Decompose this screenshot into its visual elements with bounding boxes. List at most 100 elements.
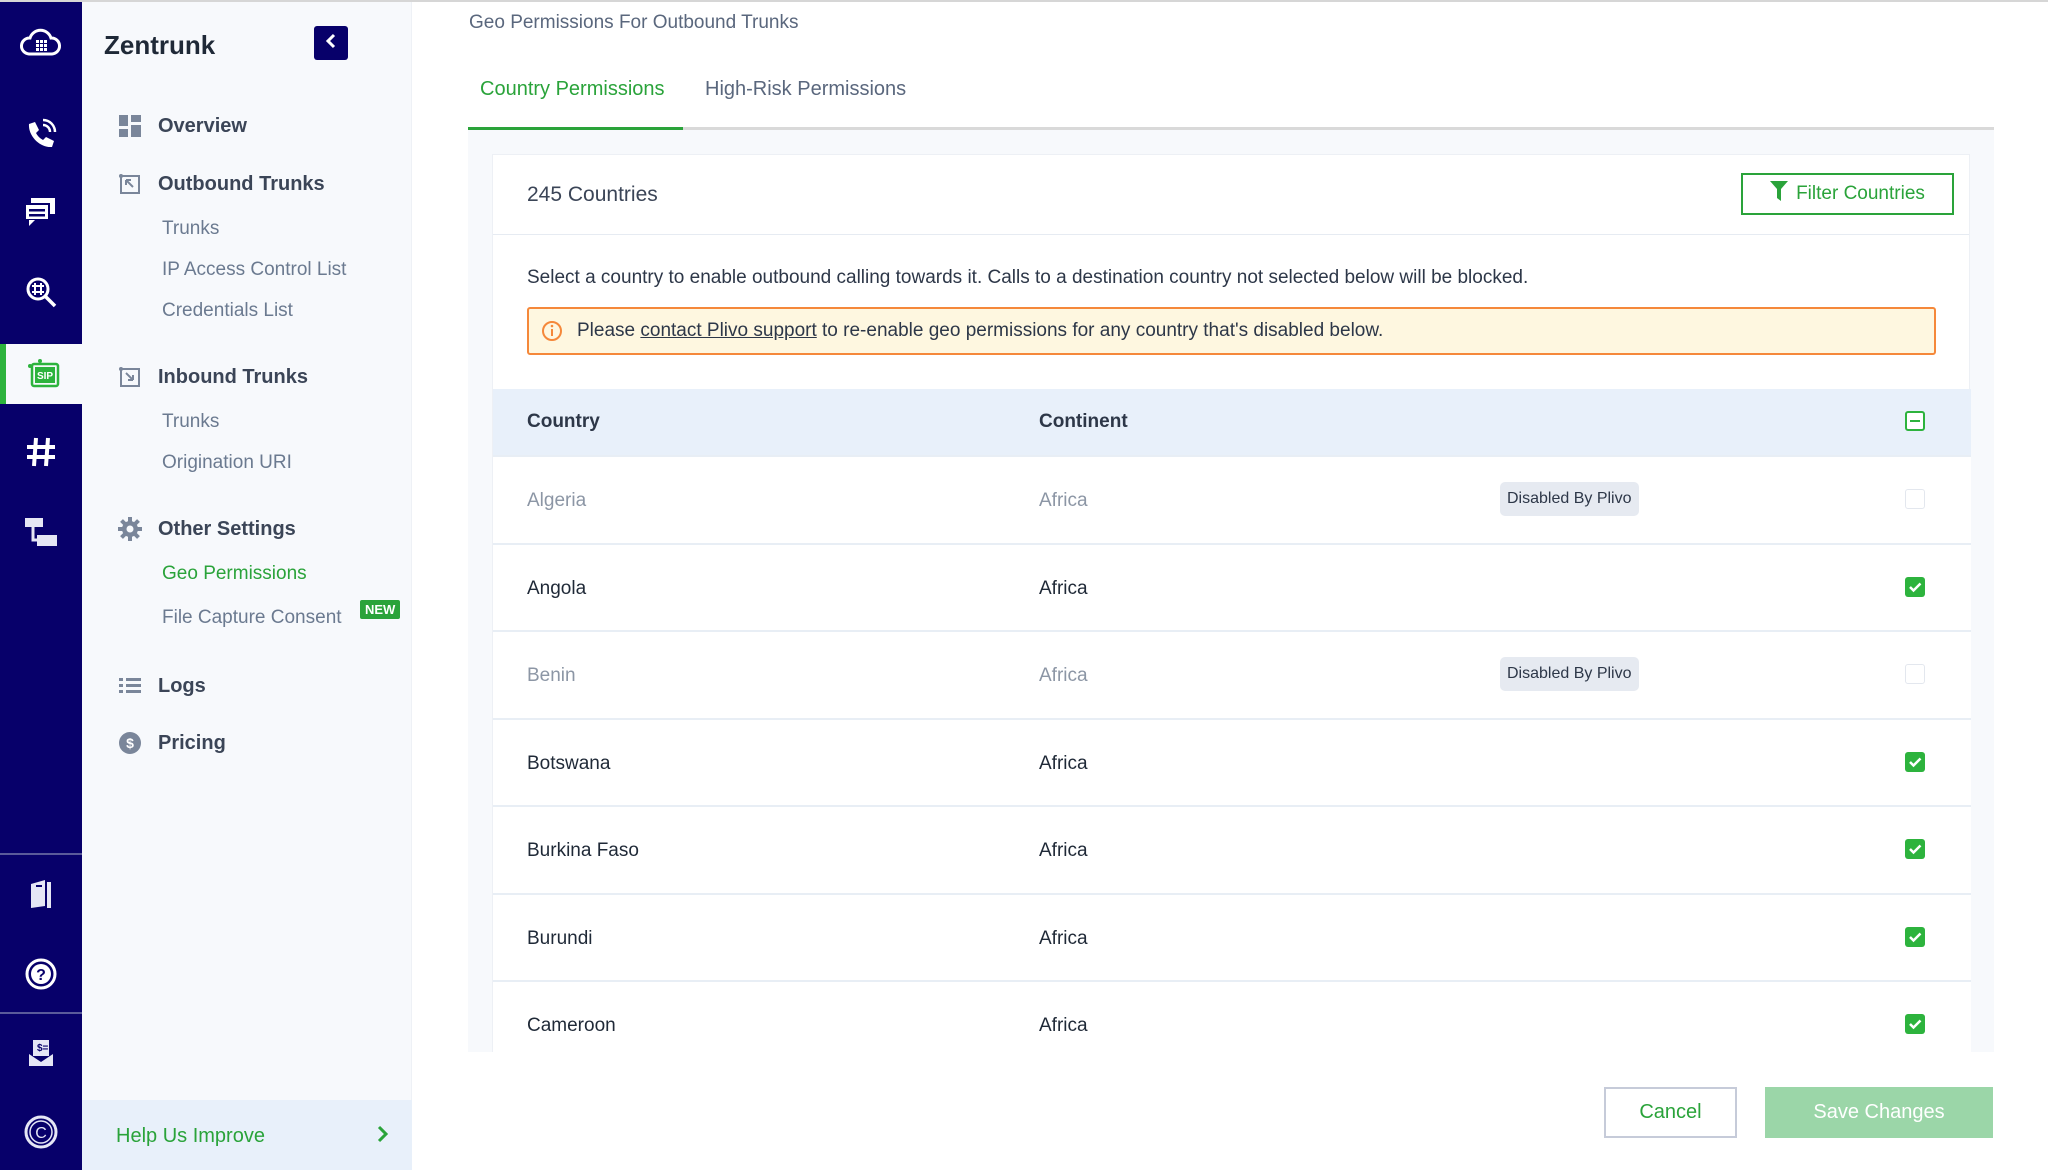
nav-outbound-trunks[interactable]: Outbound Trunks: [118, 172, 325, 196]
country-checkbox[interactable]: [1905, 926, 1925, 947]
select-all-checkbox[interactable]: [1905, 411, 1925, 431]
tab-country-permissions[interactable]: Country Permissions: [480, 78, 665, 101]
continent-name: Africa: [1039, 1015, 1088, 1036]
account-icon[interactable]: C: [0, 1102, 82, 1162]
nav-other-settings[interactable]: Other Settings: [118, 517, 296, 541]
overview-icon: [118, 114, 142, 138]
table-row: Angola Africa: [493, 542, 1971, 631]
country-count: 245 Countries: [527, 183, 658, 206]
table-row: Burkina Faso Africa: [493, 805, 1971, 893]
continent-name: Africa: [1039, 752, 1088, 774]
country-name: Burkina Faso: [527, 840, 639, 861]
svg-text:C: C: [35, 1125, 47, 1142]
table-row: Burundi Africa: [493, 892, 1971, 981]
country-checkbox: [1905, 489, 1925, 509]
tab-high-risk-permissions[interactable]: High-Risk Permissions: [705, 78, 906, 101]
voice-call-icon[interactable]: [0, 104, 82, 164]
table-row: Cameroon Africa: [493, 980, 1971, 1052]
rail-divider: [0, 853, 82, 855]
table-row: Botswana Africa: [493, 717, 1971, 806]
messaging-icon[interactable]: [0, 182, 82, 242]
nav-pricing[interactable]: $ Pricing: [118, 731, 226, 755]
checkmark-icon: [1909, 757, 1922, 767]
filter-icon: [1770, 181, 1789, 207]
chevron-right-icon: [376, 1124, 390, 1149]
table-row: Algeria Africa Disabled By Plivo: [493, 455, 1971, 543]
checkmark-icon: [1909, 582, 1922, 592]
inbound-icon: [118, 365, 142, 389]
collapse-sidebar-button[interactable]: [314, 26, 348, 60]
continent-name: Africa: [1039, 490, 1088, 511]
country-name: Algeria: [527, 490, 587, 511]
nav-file-capture-consent[interactable]: File Capture Consent: [162, 607, 342, 629]
svg-text:?: ?: [36, 967, 46, 984]
countries-card: 245 Countries Filter Countries Select a …: [492, 154, 1971, 1052]
icon-rail: SIP ? $= C: [0, 2, 82, 1170]
country-checkbox: [1905, 664, 1925, 684]
dollar-icon: $: [118, 731, 142, 755]
list-icon: [118, 674, 142, 698]
rail-divider: [0, 1012, 82, 1014]
checkmark-icon: [1909, 844, 1922, 855]
continent-name: Africa: [1039, 665, 1088, 686]
page-title: Geo Permissions For Outbound Trunks: [469, 12, 799, 33]
nav-credentials-list[interactable]: Credentials List: [162, 300, 293, 322]
disabled-by-plivo-badge: Disabled By Plivo: [1500, 482, 1639, 516]
country-name: Angola: [527, 577, 587, 599]
filter-countries-button[interactable]: Filter Countries: [1741, 173, 1954, 215]
country-checkbox[interactable]: [1905, 1014, 1925, 1034]
page-description: Select a country to enable outbound call…: [527, 267, 1529, 288]
phone-numbers-icon[interactable]: [0, 422, 82, 482]
phlo-flow-icon[interactable]: [0, 502, 82, 562]
info-icon: [541, 320, 563, 342]
svg-text:SIP: SIP: [37, 371, 53, 382]
nav-logs[interactable]: Logs: [118, 674, 206, 698]
country-name: Botswana: [527, 752, 611, 774]
column-country: Country: [527, 411, 600, 432]
nav-origination-uri[interactable]: Origination URI: [162, 452, 292, 474]
outbound-icon: [118, 172, 142, 196]
sip-trunking-icon[interactable]: SIP: [0, 344, 82, 404]
chevron-left-icon: [324, 32, 338, 55]
number-lookup-icon[interactable]: [0, 262, 82, 322]
product-title: Zentrunk: [104, 30, 216, 60]
nav-inbound-trunks-list[interactable]: Trunks: [162, 411, 219, 433]
continent-name: Africa: [1039, 927, 1088, 949]
checkmark-icon: [1909, 1019, 1922, 1030]
cancel-button[interactable]: Cancel: [1604, 1087, 1737, 1138]
nav-overview[interactable]: Overview: [118, 114, 247, 138]
country-name: Benin: [527, 665, 576, 686]
table-row: Benin Africa Disabled By Plivo: [493, 630, 1971, 718]
help-us-improve-button[interactable]: Help Us Improve: [82, 1100, 412, 1170]
continent-name: Africa: [1039, 577, 1088, 599]
country-name: Cameroon: [527, 1015, 616, 1036]
docs-icon[interactable]: [0, 864, 82, 924]
table-header: Country Continent: [493, 389, 1971, 455]
country-checkbox[interactable]: [1905, 839, 1925, 859]
svg-text:$: $: [126, 735, 134, 751]
contact-support-link[interactable]: contact Plivo support: [640, 320, 816, 342]
gear-icon: [118, 517, 142, 541]
card-header: 245 Countries Filter Countries: [493, 155, 1969, 235]
nav-geo-permissions[interactable]: Geo Permissions: [162, 563, 307, 585]
column-continent: Continent: [1039, 411, 1128, 432]
billing-icon[interactable]: $=: [0, 1024, 82, 1084]
country-name: Burundi: [527, 927, 593, 949]
save-changes-button[interactable]: Save Changes: [1765, 1087, 1993, 1138]
permission-tabs: Country Permissions High-Risk Permission…: [468, 72, 1994, 130]
nav-ip-access-control-list[interactable]: IP Access Control List: [162, 259, 346, 281]
disabled-by-plivo-badge: Disabled By Plivo: [1500, 657, 1639, 691]
secondary-nav: Zentrunk Overview Outbound Trunks Trunks…: [82, 2, 412, 1170]
checkmark-icon: [1909, 932, 1922, 942]
content-panel: 245 Countries Filter Countries Select a …: [468, 130, 1994, 1052]
cloud-dialpad-icon[interactable]: [0, 14, 82, 74]
help-icon[interactable]: ?: [0, 944, 82, 1004]
country-checkbox[interactable]: [1905, 751, 1925, 772]
country-checkbox[interactable]: [1905, 576, 1925, 597]
nav-inbound-trunks[interactable]: Inbound Trunks: [118, 365, 308, 389]
action-footer: Cancel Save Changes: [412, 1052, 2048, 1170]
continent-name: Africa: [1039, 840, 1088, 861]
svg-text:$=: $=: [37, 1043, 49, 1054]
new-badge: NEW: [360, 600, 401, 619]
nav-outbound-trunks-list[interactable]: Trunks: [162, 218, 219, 240]
